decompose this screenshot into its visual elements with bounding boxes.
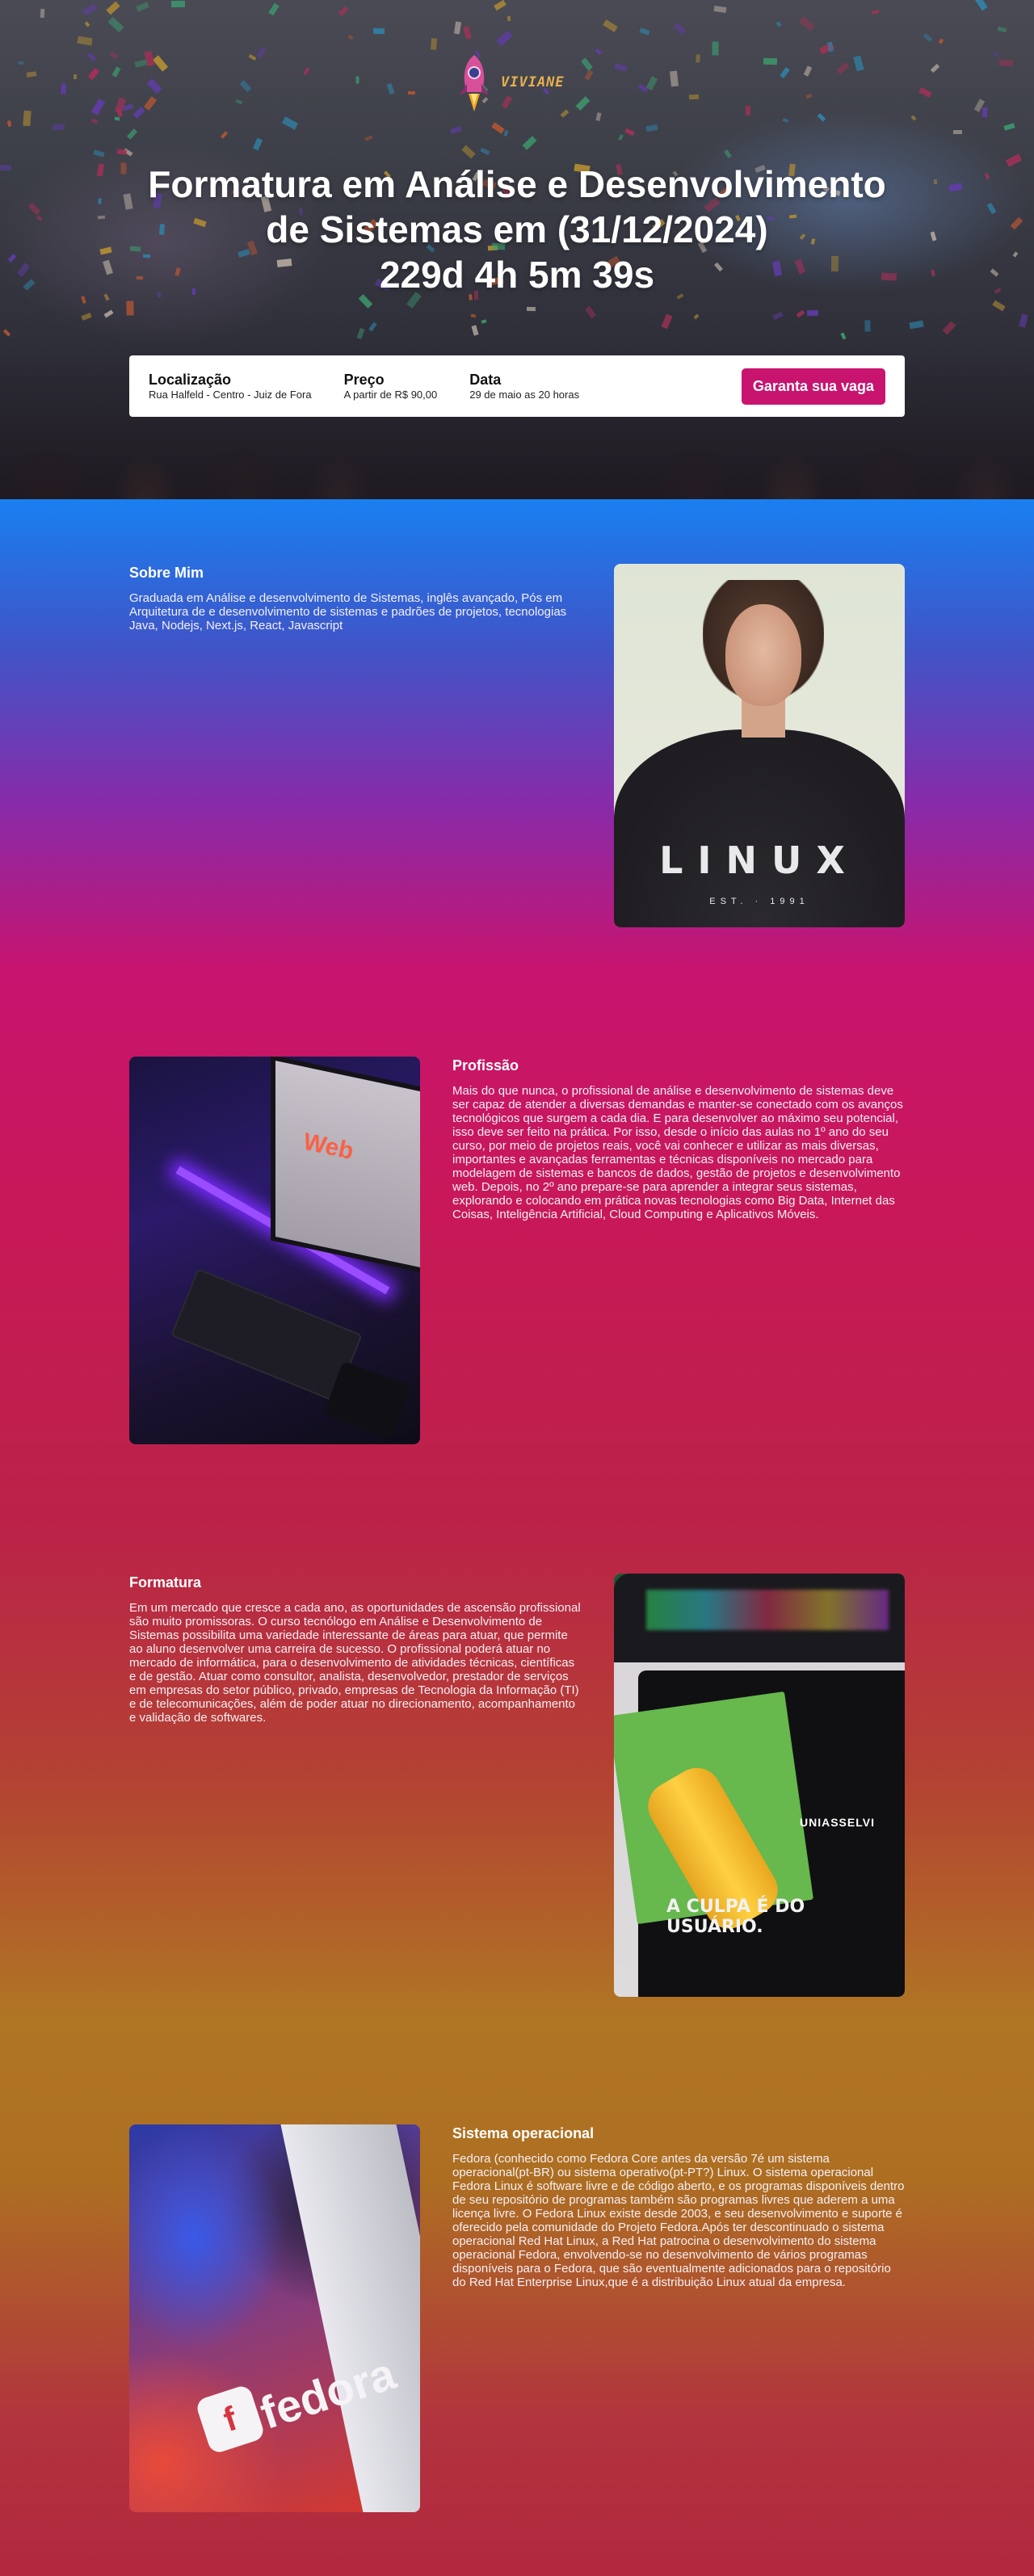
logo-text: VIVIANE <box>501 74 565 90</box>
portrait-photo: LINUX EST. · 1991 <box>614 564 905 927</box>
os-section: f fedora Sistema operacional Fedora (con… <box>129 2124 905 2512</box>
products-photo: UNIASSELVI A CULPA É DO USUÁRIO. <box>614 1574 905 1997</box>
section-title: Sobre Mim <box>129 565 204 581</box>
desk-setup-photo: Web <box>129 1057 420 1444</box>
about-section: Sobre Mim Graduada em Análise e desenvol… <box>129 564 905 927</box>
date-value: 29 de maio as 20 horas <box>469 389 580 401</box>
hero-banner: VIVIANE Formatura em Análise e Desenvolv… <box>0 0 1034 499</box>
fedora-photo: f fedora <box>129 2124 420 2512</box>
price-value: A partir de R$ 90,00 <box>343 389 438 401</box>
photo-shirt-sub: EST. · 1991 <box>709 897 809 906</box>
reserve-spot-button[interactable]: Garanta sua vaga <box>741 368 885 405</box>
countdown-timer: 229d 4h 5m 39s <box>379 254 655 296</box>
location-label: Localização <box>149 372 232 388</box>
photo-slogan-text: A CULPA É DO USUÁRIO. <box>666 1897 805 1937</box>
section-title: Profissão <box>452 1057 519 1074</box>
profession-section: Web Profissão Mais do que nunca, o profi… <box>129 1057 905 1444</box>
section-text: Em um mercado que cresce a cada ano, as … <box>129 1601 581 1725</box>
section-text: Fedora (conhecido como Fedora Core antes… <box>452 2152 905 2289</box>
price-info: Preço A partir de R$ 90,00 <box>344 371 438 401</box>
site-logo[interactable]: VIVIANE <box>452 50 582 115</box>
rocket-icon <box>459 55 490 111</box>
photo-shirt-text: LINUX <box>659 838 860 882</box>
date-info: Data 29 de maio as 20 horas <box>469 371 579 401</box>
location-value: Rua Halfeld - Centro - Juiz de Fora <box>149 389 312 401</box>
section-text: Graduada em Análise e desenvolvimento de… <box>129 591 567 632</box>
page-title: Formatura em Análise e Desenvolvimento d… <box>113 162 921 297</box>
title-line-1: Formatura em Análise e Desenvolvimento <box>148 163 886 205</box>
location-info: Localização Rua Halfeld - Centro - Juiz … <box>149 371 312 401</box>
photo-brand-text: UNIASSELVI <box>800 1816 875 1829</box>
graduation-section: Formatura Em um mercado que cresce a cad… <box>129 1574 905 1997</box>
section-title: Sistema operacional <box>452 2125 595 2141</box>
section-text: Mais do que nunca, o profissional de aná… <box>452 1084 903 1221</box>
event-info-bar: Localização Rua Halfeld - Centro - Juiz … <box>129 355 905 417</box>
title-line-2: de Sistemas em (31/12/2024) <box>266 208 768 250</box>
date-label: Data <box>469 372 502 388</box>
price-label: Preço <box>343 372 385 388</box>
section-title: Formatura <box>129 1574 202 1591</box>
